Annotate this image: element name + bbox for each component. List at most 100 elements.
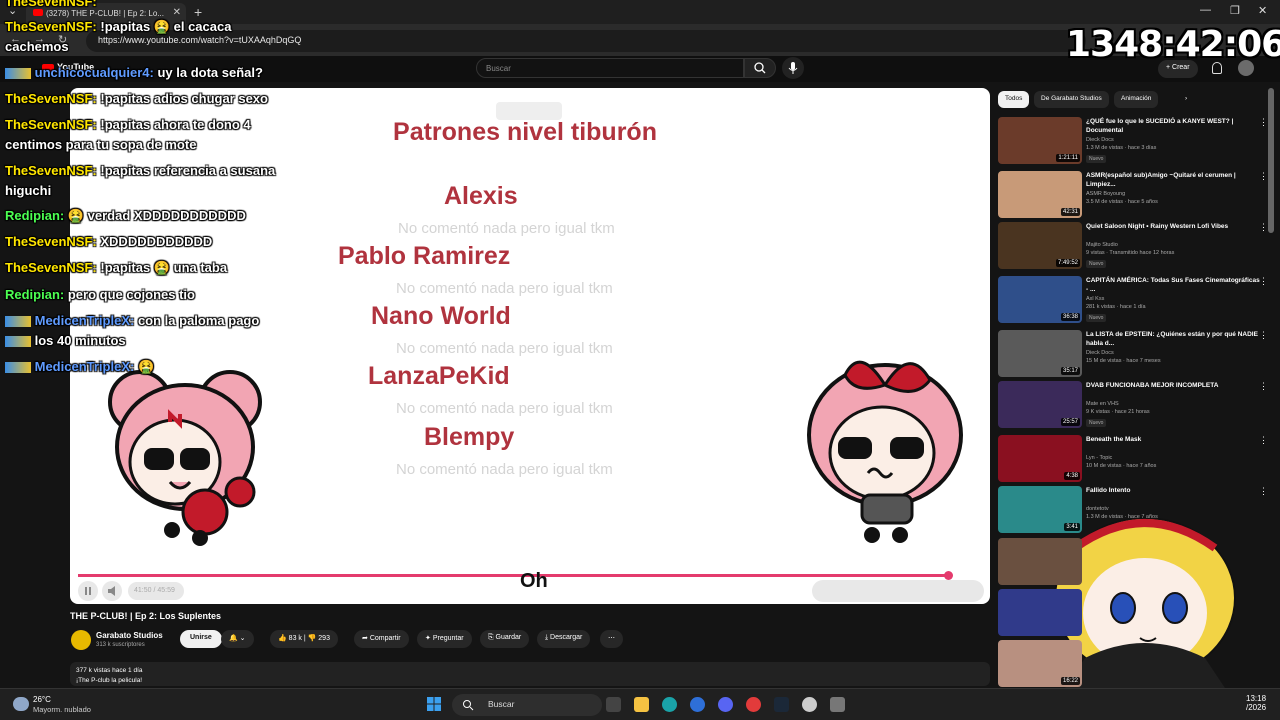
download-button[interactable]: ⤓ Descargar [537, 630, 591, 648]
notification-bell-button[interactable]: 🔔 ⌄ [221, 630, 254, 648]
temperature[interactable]: 26°C [33, 695, 51, 704]
maximize-icon[interactable]: ❐ [1230, 4, 1240, 17]
task-view-icon[interactable] [606, 697, 621, 712]
video-thumbnail[interactable]: 4:38 [998, 435, 1082, 482]
video-channel[interactable]: Lyn - Topic [1086, 455, 1112, 461]
video-channel[interactable]: Majito Studio [1086, 242, 1118, 248]
video-title[interactable]: Beneath the Mask [1086, 435, 1262, 444]
video-channel[interactable]: dontetotv [1086, 506, 1109, 512]
obs-icon[interactable] [746, 697, 761, 712]
like-button[interactable]: 👍 83 k | 👎 293 [270, 630, 338, 648]
video-title[interactable]: CAPITÁN AMÉRICA: Todas Sus Fases Cinemat… [1086, 276, 1262, 294]
channel-avatar[interactable] [71, 630, 91, 650]
filter-chip-animacion[interactable]: Animación [1114, 91, 1159, 108]
video-channel[interactable]: Dieck Docs [1086, 137, 1114, 143]
recommended-video[interactable]: 25:57 DVAB FUNCIONABA MEJOR INCOMPLETA Mat… [998, 381, 1274, 429]
sidebar-scrollbar[interactable] [1268, 88, 1274, 233]
description-box[interactable]: 377 k vistas hace 1 día ¡The P-club la p… [70, 662, 990, 686]
more-options-icon[interactable]: ⋮ [1259, 330, 1268, 341]
recommended-video[interactable]: 16:22 [998, 640, 1274, 688]
windows-start-icon[interactable] [427, 697, 441, 711]
more-options-icon[interactable]: ⋮ [1259, 222, 1268, 233]
channel-name[interactable]: Garabato Studios [96, 631, 163, 640]
video-thumbnail[interactable]: 25:57 [998, 381, 1082, 428]
recommended-video[interactable] [998, 589, 1274, 637]
chat-username[interactable]: unchicocualquier4: [35, 65, 154, 80]
recommended-video[interactable] [998, 538, 1274, 586]
video-thumbnail[interactable] [998, 589, 1082, 636]
player-settings-controls[interactable] [812, 580, 984, 602]
more-options-icon[interactable]: ⋮ [1259, 117, 1268, 128]
video-channel[interactable]: Dieck Docs [1086, 350, 1114, 356]
recommended-video[interactable]: 7:49:52 Quiet Saloon Night • Rainy Wester… [998, 222, 1274, 270]
chat-username[interactable]: Redipian: [5, 208, 64, 223]
chat-username[interactable]: TheSevenNSF: [5, 0, 97, 9]
chat-username[interactable]: TheSevenNSF: [5, 117, 97, 132]
vscode-icon[interactable] [690, 697, 705, 712]
video-title[interactable]: La LISTA de EPSTEIN: ¿Quiénes están y po… [1086, 330, 1262, 348]
edge-icon[interactable] [662, 697, 677, 712]
settings-gear-icon[interactable] [802, 697, 817, 712]
chat-username[interactable]: MedicenTripleX: [35, 359, 135, 374]
video-title[interactable]: DVAB FUNCIONABA MEJOR INCOMPLETA [1086, 381, 1262, 390]
video-thumbnail[interactable]: 7:49:52 [998, 222, 1082, 269]
recommended-video[interactable]: 4:38 Beneath the Mask Lyn - Topic 10 M de v… [998, 435, 1274, 483]
progress-scrubber[interactable] [944, 571, 953, 580]
progress-bar[interactable] [78, 574, 948, 577]
steam-icon[interactable] [774, 697, 789, 712]
video-thumbnail[interactable]: 3:41 [998, 486, 1082, 533]
chat-username[interactable]: MedicenTripleX: [35, 313, 135, 328]
taskbar-search[interactable]: Buscar [452, 694, 602, 716]
chat-username[interactable]: TheSevenNSF: [5, 91, 97, 106]
minimize-icon[interactable]: — [1200, 4, 1211, 16]
video-title[interactable]: ASMR(español sub)Amigo ~Quitaré el cerum… [1086, 171, 1262, 189]
search-button[interactable] [744, 58, 776, 78]
ask-button[interactable]: ✦ Preguntar [417, 630, 472, 648]
weather-icon[interactable] [13, 697, 29, 711]
video-channel[interactable]: ASMR Boyoung [1086, 191, 1125, 197]
chat-username[interactable]: TheSevenNSF: [5, 19, 97, 34]
save-button[interactable]: ⎘ Guardar [480, 630, 530, 648]
video-thumbnail[interactable]: 35:17 [998, 330, 1082, 377]
recommended-video[interactable]: 35:17 La LISTA de EPSTEIN: ¿Quiénes están… [998, 330, 1274, 378]
recommended-video[interactable]: 3:41 Fallido Intento dontetotv 1.3 M de vis… [998, 486, 1274, 534]
video-title[interactable]: Quiet Saloon Night • Rainy Western Lofi … [1086, 222, 1262, 231]
video-channel[interactable]: Mate en VHS [1086, 401, 1119, 407]
more-options-icon[interactable]: ⋮ [1259, 486, 1268, 497]
share-button[interactable]: ➦ Compartir [354, 630, 409, 648]
recommended-video[interactable]: 36:38 CAPITÁN AMÉRICA: Todas Sus Fases Ci… [998, 276, 1274, 324]
video-title[interactable]: ¿QUÉ fue lo que le SUCEDIÓ a KANYE WEST?… [1086, 117, 1262, 135]
join-button[interactable]: Unirse [180, 630, 222, 648]
video-thumbnail[interactable] [998, 538, 1082, 585]
discord-icon[interactable] [718, 697, 733, 712]
weather-description[interactable]: Mayorm. nublado [33, 705, 91, 714]
recommended-video[interactable]: 1:21:11 ¿QUÉ fue lo que le SUCEDIÓ a KANY… [998, 117, 1274, 165]
close-window-icon[interactable]: ✕ [1258, 4, 1267, 17]
video-thumbnail[interactable]: 16:22 [998, 640, 1082, 687]
more-actions-button[interactable]: ⋯ [600, 630, 623, 648]
more-options-icon[interactable]: ⋮ [1259, 276, 1268, 287]
file-explorer-icon[interactable] [634, 697, 649, 712]
search-input[interactable]: Buscar [476, 58, 744, 78]
more-options-icon[interactable]: ⋮ [1259, 171, 1268, 182]
chevron-right-icon[interactable]: › [1178, 91, 1194, 108]
recommended-video[interactable]: 42:31 ASMR(español sub)Amigo ~Quitaré el … [998, 171, 1274, 219]
chat-username[interactable]: TheSevenNSF: [5, 163, 97, 178]
volume-button[interactable] [102, 581, 122, 601]
video-thumbnail[interactable]: 36:38 [998, 276, 1082, 323]
video-title[interactable]: Fallido Intento [1086, 486, 1262, 495]
app-icon[interactable] [830, 697, 845, 712]
chat-username[interactable]: Redipian: [5, 287, 64, 302]
filter-chip-garabato[interactable]: De Garabato Studios [1034, 91, 1109, 108]
video-thumbnail[interactable]: 1:21:11 [998, 117, 1082, 164]
voice-search-button[interactable] [782, 57, 804, 79]
filter-chip-todos[interactable]: Todos [998, 91, 1030, 108]
pause-button[interactable] [78, 581, 98, 601]
more-options-icon[interactable]: ⋮ [1259, 435, 1268, 446]
video-thumbnail[interactable]: 42:31 [998, 171, 1082, 218]
chat-username[interactable]: TheSevenNSF: [5, 234, 97, 249]
chat-username[interactable]: TheSevenNSF: [5, 260, 97, 275]
video-channel[interactable]: Axl Kss [1086, 296, 1104, 302]
more-options-icon[interactable]: ⋮ [1259, 381, 1268, 392]
system-clock[interactable]: 13:18 /2026 [1246, 694, 1266, 712]
